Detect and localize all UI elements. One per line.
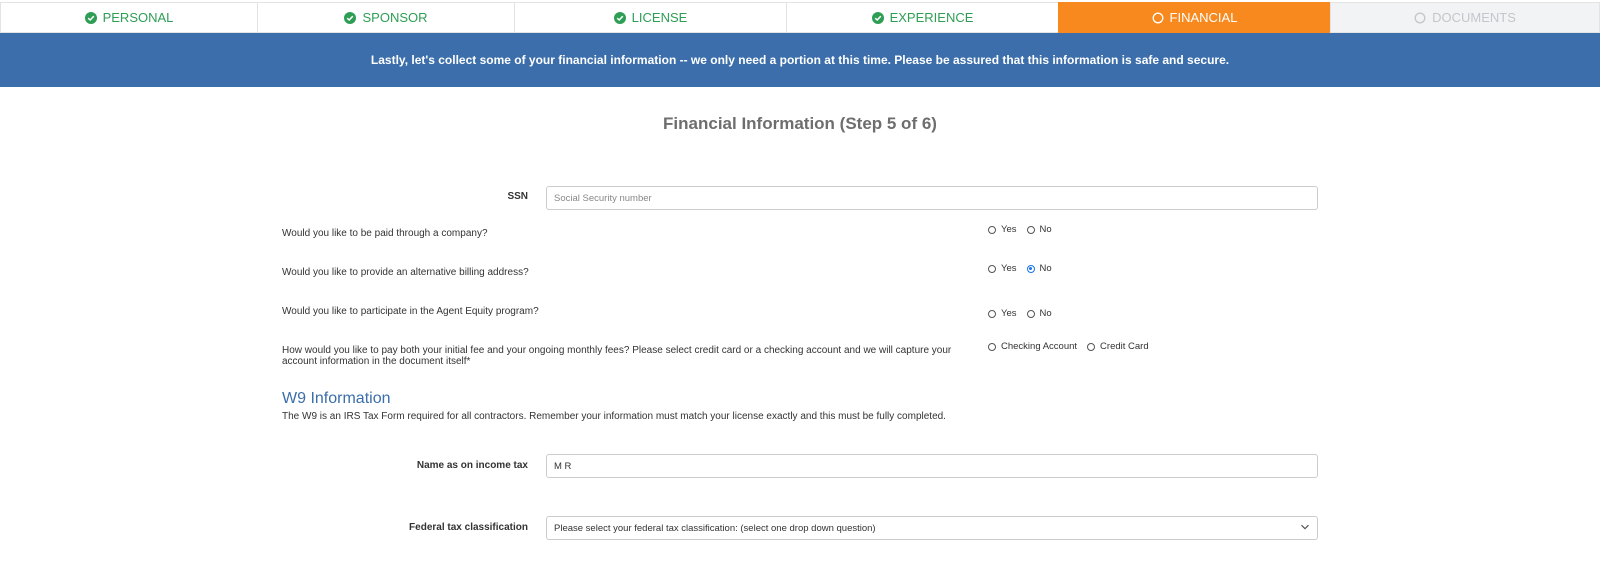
- equity-question: Would you like to participate in the Age…: [282, 306, 539, 317]
- company-radio-group: Yes No: [988, 224, 1062, 235]
- checking-account-radio[interactable]: Checking Account: [988, 341, 1077, 352]
- check-circle-icon: [344, 11, 357, 24]
- step-experience[interactable]: EXPERIENCE: [786, 2, 1058, 33]
- payment-question: How would you like to pay both your init…: [282, 345, 952, 367]
- check-circle-icon: [84, 11, 97, 24]
- equity-yes-radio[interactable]: Yes: [988, 308, 1017, 319]
- step-sponsor[interactable]: SPONSOR: [257, 2, 514, 33]
- name-on-tax-input[interactable]: [546, 454, 1318, 478]
- circle-icon: [1414, 12, 1426, 24]
- select-value: Please select your federal tax classific…: [554, 522, 876, 534]
- info-banner: Lastly, let's collect some of your finan…: [0, 33, 1600, 87]
- billing-radio-group: Yes No: [988, 263, 1062, 274]
- ssn-input[interactable]: [546, 186, 1318, 210]
- ssn-label: SSN: [507, 191, 528, 202]
- step-personal[interactable]: PERSONAL: [0, 2, 257, 33]
- progress-steps: PERSONAL SPONSOR LICENSE EXPERIENCE FINA…: [0, 2, 1600, 33]
- step-label: SPONSOR: [362, 10, 428, 25]
- step-financial[interactable]: FINANCIAL: [1058, 2, 1330, 33]
- payment-radio-group: Checking Account Credit Card: [988, 341, 1159, 352]
- company-yes-radio[interactable]: Yes: [988, 224, 1017, 235]
- check-circle-icon: [871, 11, 884, 24]
- step-label: FINANCIAL: [1169, 10, 1238, 25]
- step-label: EXPERIENCE: [889, 10, 974, 25]
- step-license[interactable]: LICENSE: [514, 2, 786, 33]
- banner-text: Lastly, let's collect some of your finan…: [370, 53, 1230, 67]
- page-title: Financial Information (Step 5 of 6): [663, 114, 937, 133]
- equity-no-radio[interactable]: No: [1026, 308, 1052, 319]
- company-question: Would you like to be paid through a comp…: [282, 228, 488, 239]
- step-documents[interactable]: DOCUMENTS: [1330, 2, 1600, 33]
- step-label: LICENSE: [631, 10, 688, 25]
- tax-classification-select[interactable]: Please select your federal tax classific…: [546, 516, 1318, 540]
- w9-description: The W9 is an IRS Tax Form required for a…: [282, 411, 946, 422]
- chevron-down-icon: [1300, 522, 1310, 535]
- billing-yes-radio[interactable]: Yes: [988, 263, 1017, 274]
- credit-card-radio[interactable]: Credit Card: [1087, 341, 1149, 352]
- step-label: PERSONAL: [102, 10, 174, 25]
- billing-no-radio[interactable]: No: [1026, 263, 1052, 274]
- equity-radio-group: Yes No: [988, 308, 1062, 319]
- circle-icon: [1152, 12, 1164, 24]
- check-circle-icon: [613, 11, 626, 24]
- billing-question: Would you like to provide an alternative…: [282, 267, 529, 278]
- w9-section-title: W9 Information: [282, 390, 391, 407]
- company-no-radio[interactable]: No: [1026, 224, 1052, 235]
- tax-classification-label: Federal tax classification: [409, 522, 528, 533]
- step-label: DOCUMENTS: [1432, 10, 1516, 25]
- name-label: Name as on income tax: [416, 460, 528, 471]
